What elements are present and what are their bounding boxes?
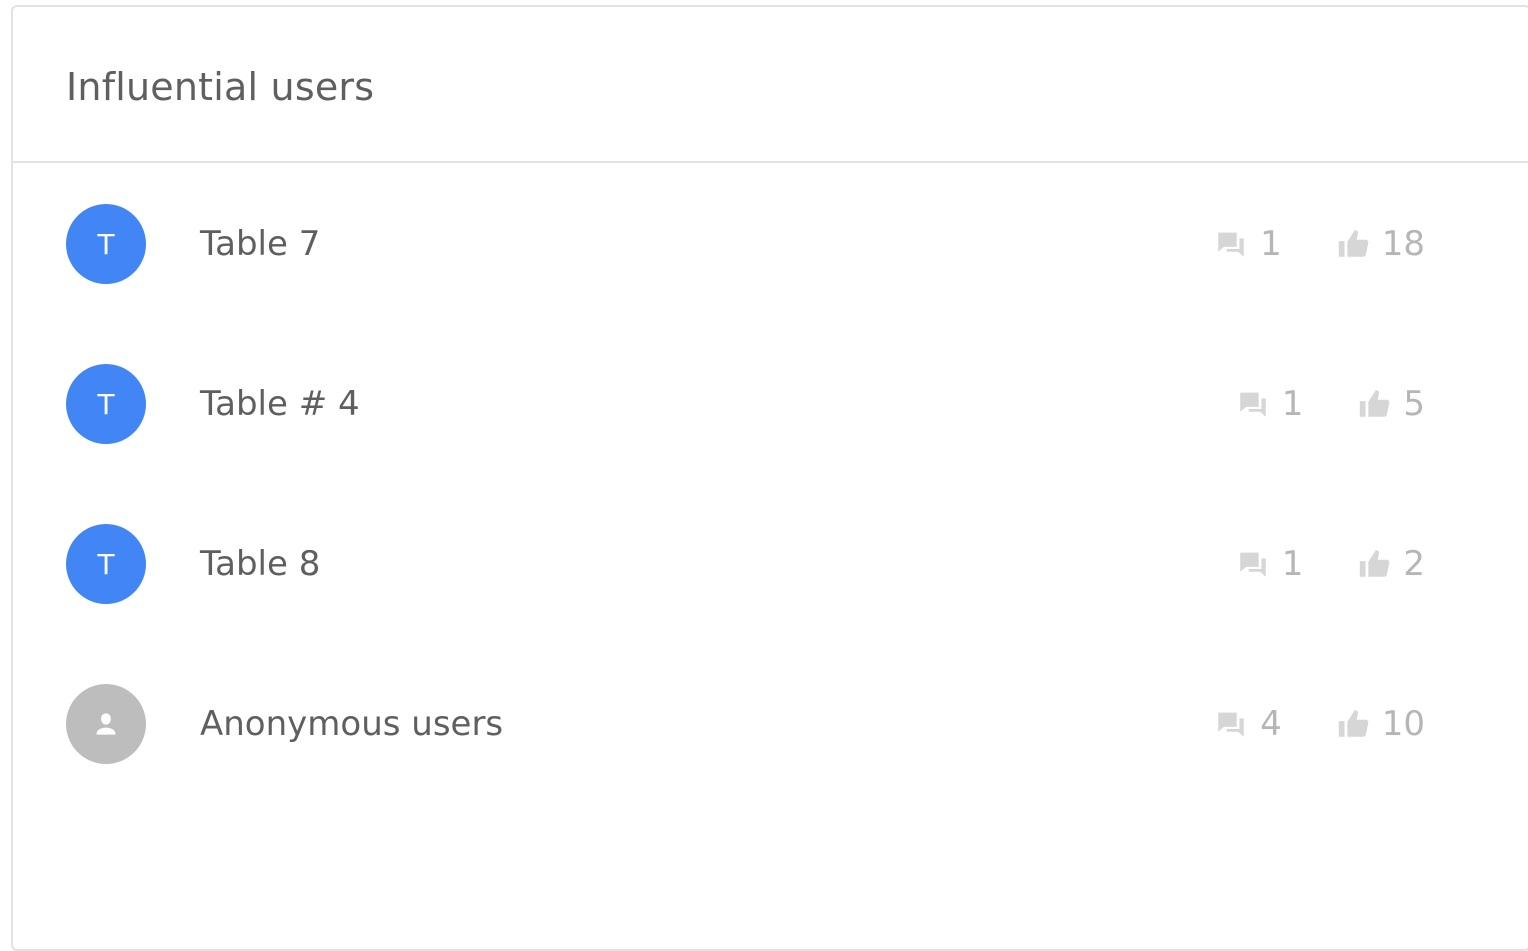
- comments-stat: 1: [1236, 544, 1304, 584]
- avatar[interactable]: T: [66, 364, 146, 444]
- likes-stat: 18: [1336, 224, 1425, 264]
- likes-stat: 5: [1357, 384, 1425, 424]
- thumbs-up-icon: [1336, 227, 1382, 261]
- comments-icon: [1236, 547, 1282, 581]
- likes-stat: 2: [1357, 544, 1425, 584]
- user-name[interactable]: Table 7: [200, 221, 320, 267]
- list-item[interactable]: T Table 8 1 2: [13, 524, 1528, 604]
- card-title: Influential users: [66, 65, 375, 109]
- comments-count: 1: [1260, 224, 1282, 264]
- list-item[interactable]: T Table # 4 1 5: [13, 364, 1528, 444]
- comments-count: 4: [1260, 704, 1282, 744]
- likes-count: 5: [1403, 384, 1425, 424]
- influential-users-card: Influential users T Table 7 1 18 T Table…: [11, 5, 1528, 951]
- avatar-initial: T: [97, 227, 115, 261]
- likes-stat: 10: [1336, 704, 1425, 744]
- user-name[interactable]: Table # 4: [200, 381, 360, 427]
- user-stats: 1 2: [1236, 541, 1425, 587]
- comments-stat: 1: [1214, 224, 1282, 264]
- comments-icon: [1236, 387, 1282, 421]
- user-name[interactable]: Anonymous users: [200, 701, 503, 747]
- likes-count: 18: [1381, 224, 1425, 264]
- comments-stat: 4: [1214, 704, 1282, 744]
- card-header: Influential users: [13, 7, 1528, 163]
- avatar-initial: T: [97, 547, 115, 581]
- comments-icon: [1214, 227, 1260, 261]
- avatar-initial: T: [97, 387, 115, 421]
- avatar[interactable]: [66, 684, 146, 764]
- comments-count: 1: [1281, 544, 1304, 584]
- user-stats: 1 5: [1236, 381, 1425, 427]
- likes-count: 2: [1403, 544, 1425, 584]
- thumbs-up-icon: [1336, 707, 1382, 741]
- comments-count: 1: [1281, 384, 1304, 424]
- thumbs-up-icon: [1357, 387, 1403, 421]
- comments-stat: 1: [1236, 384, 1304, 424]
- thumbs-up-icon: [1357, 547, 1403, 581]
- person-icon: [91, 709, 121, 739]
- likes-count: 10: [1381, 704, 1425, 744]
- avatar[interactable]: T: [66, 204, 146, 284]
- user-stats: 4 10: [1214, 701, 1425, 747]
- avatar[interactable]: T: [66, 524, 146, 604]
- comments-icon: [1214, 707, 1260, 741]
- list-item[interactable]: T Table 7 1 18: [13, 204, 1528, 284]
- user-stats: 1 18: [1214, 221, 1425, 267]
- user-name[interactable]: Table 8: [200, 541, 320, 587]
- list-item[interactable]: Anonymous users 4 10: [13, 684, 1528, 764]
